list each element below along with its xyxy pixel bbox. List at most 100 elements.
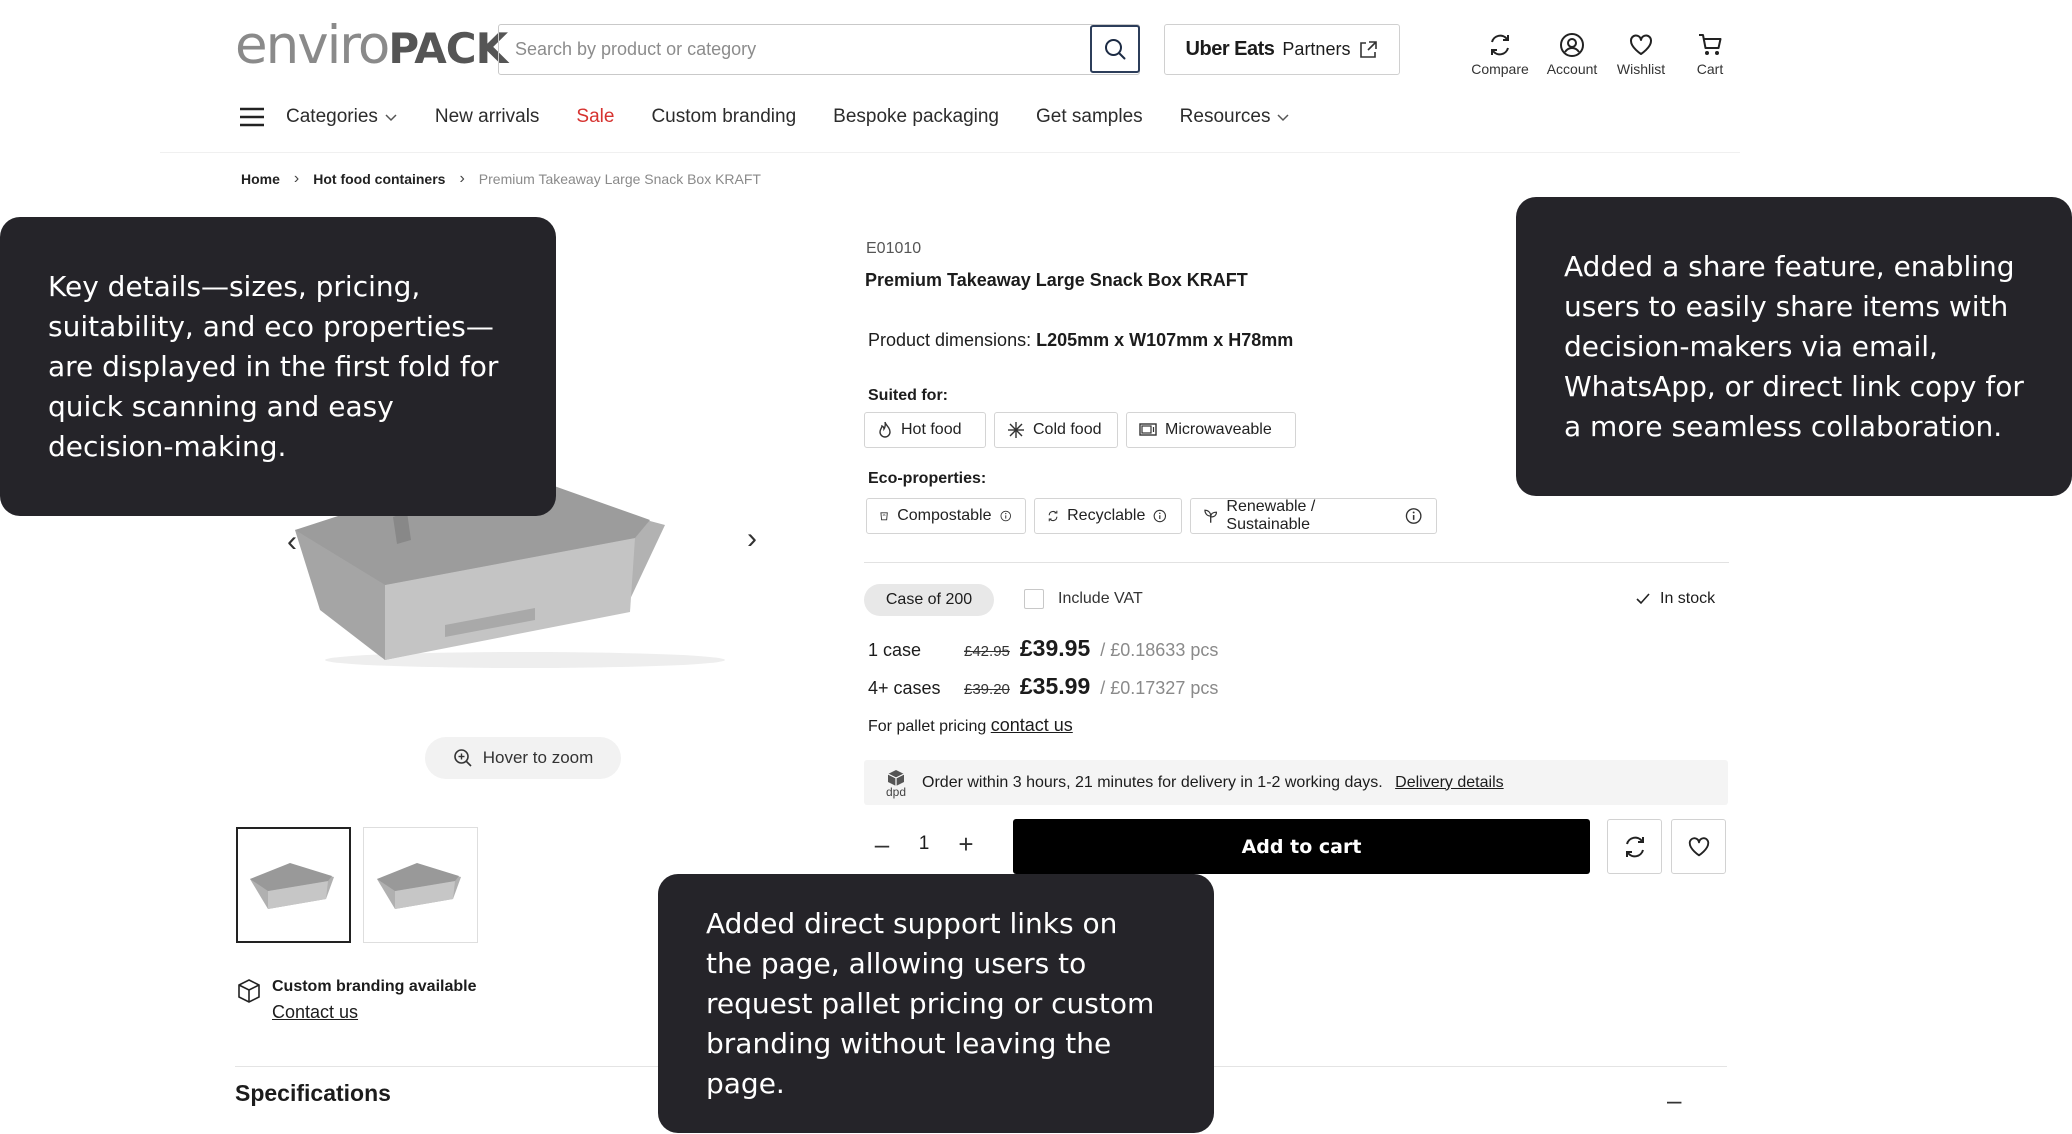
include-vat-toggle[interactable]: Include VAT xyxy=(1024,589,1143,609)
enviropack-logo[interactable]: enviro PACK xyxy=(235,18,508,74)
compare-product-button[interactable] xyxy=(1607,819,1662,874)
search-icon xyxy=(1104,38,1125,59)
search-button[interactable] xyxy=(1089,24,1140,73)
info-icon[interactable] xyxy=(1000,507,1012,525)
account-label: Account xyxy=(1546,61,1598,77)
vat-label: Include VAT xyxy=(1058,590,1143,607)
partners-label: Partners xyxy=(1282,39,1351,59)
eco-properties-label: Eco-properties: xyxy=(868,470,987,487)
hamburger-icon xyxy=(240,107,264,127)
sprout-icon xyxy=(1204,509,1218,523)
price-per-piece: / £0.17327 pcs xyxy=(1100,678,1219,698)
custom-branding-notice: Custom branding available Contact us xyxy=(236,978,476,1023)
price-now: £39.95 xyxy=(1019,635,1091,661)
breadcrumb-home[interactable]: Home xyxy=(241,171,280,187)
thumbnail-2[interactable] xyxy=(363,827,478,943)
vat-checkbox[interactable] xyxy=(1024,589,1044,609)
product-title: Premium Takeaway Large Snack Box KRAFT xyxy=(865,270,1248,290)
suited-for-label: Suited for: xyxy=(868,387,948,404)
product-sku: E01010 xyxy=(866,240,922,257)
thumbnail-1[interactable] xyxy=(236,827,351,943)
cart-button[interactable]: Cart xyxy=(1670,32,1750,77)
uber-eats-partners-button[interactable]: Uber Eats Partners xyxy=(1164,24,1400,75)
add-to-cart-button[interactable]: Add to cart xyxy=(1013,819,1590,874)
tag-hot-food: Hot food xyxy=(864,412,986,448)
delivery-banner: dpd Order within 3 hours, 21 minutes for… xyxy=(864,760,1728,805)
tag-label: Recyclable xyxy=(1067,507,1146,524)
pallet-text: For pallet pricing xyxy=(868,718,987,735)
refresh-icon xyxy=(1491,34,1509,56)
callout-text: Added direct support links on the page, … xyxy=(706,906,1155,1100)
price-now: £35.99 xyxy=(1019,673,1091,699)
info-icon[interactable] xyxy=(1153,507,1167,525)
pallet-pricing: For pallet pricing contact us xyxy=(868,715,1073,736)
nav-categories[interactable]: Categories xyxy=(286,106,398,128)
zoom-in-icon xyxy=(453,749,472,767)
custom-branding-contact-link[interactable]: Contact us xyxy=(272,1002,476,1023)
add-to-wishlist-button[interactable] xyxy=(1671,819,1726,874)
heart-icon xyxy=(1688,836,1709,856)
breadcrumb: Home › Hot food containers › Premium Tak… xyxy=(241,170,761,188)
compare-button[interactable]: Compare xyxy=(1460,32,1540,77)
quantity-decrease-button[interactable]: – xyxy=(870,829,894,860)
product-thumbnail-image xyxy=(376,863,461,909)
dpd-logo: dpd xyxy=(886,769,907,799)
nav-bespoke-packaging[interactable]: Bespoke packaging xyxy=(833,106,999,128)
quantity-increase-button[interactable]: + xyxy=(954,829,978,860)
eco-properties-tags: Compostable Recyclable Renewable / Susta… xyxy=(866,498,1437,534)
gallery-prev-arrow[interactable]: ‹ xyxy=(287,525,297,559)
callout-text: Added a share feature, enabling users to… xyxy=(1564,249,2024,443)
heart-icon xyxy=(1630,34,1652,55)
nav-resources-label: Resources xyxy=(1179,106,1271,127)
product-thumbnail-image xyxy=(249,863,334,909)
tag-cold-food: Cold food xyxy=(994,412,1118,448)
info-icon[interactable] xyxy=(1405,507,1422,525)
tag-label: Compostable xyxy=(897,507,992,524)
uber-eats-logo: Uber Eats xyxy=(1185,38,1275,60)
search-input[interactable] xyxy=(499,25,1090,74)
nav-new-arrivals[interactable]: New arrivals xyxy=(435,106,540,128)
logo-text-bold: PACK xyxy=(388,24,508,73)
chevron-down-icon xyxy=(385,114,397,122)
chevron-right-icon: › xyxy=(459,170,465,187)
specifications-heading[interactable]: Specifications xyxy=(235,1080,391,1107)
box-icon xyxy=(238,979,260,1003)
pallet-contact-link[interactable]: contact us xyxy=(991,715,1073,735)
info-divider xyxy=(864,562,1729,563)
nav-sale[interactable]: Sale xyxy=(576,106,614,128)
nav-get-samples[interactable]: Get samples xyxy=(1036,106,1143,128)
tag-microwaveable: Microwaveable xyxy=(1126,412,1296,448)
nav-categories-label: Categories xyxy=(286,106,378,127)
tag-label: Renewable / Sustainable xyxy=(1226,498,1316,533)
check-icon xyxy=(1636,593,1650,605)
callout-key-details: Key details—sizes, pricing, suitability,… xyxy=(0,217,556,516)
delivery-text: Order within 3 hours, 21 minutes for del… xyxy=(922,773,1383,791)
price-qty: 4+ cases xyxy=(868,678,941,698)
flame-icon xyxy=(879,421,891,438)
cart-label: Cart xyxy=(1696,61,1724,77)
tag-renewable-sustainable: Renewable / Sustainable xyxy=(1190,498,1437,534)
nav-custom-branding[interactable]: Custom branding xyxy=(651,106,796,128)
quantity-value[interactable]: 1 xyxy=(919,833,930,855)
dpd-label: dpd xyxy=(886,784,907,799)
user-icon xyxy=(1560,33,1584,57)
wishlist-button[interactable]: Wishlist xyxy=(1601,32,1681,77)
snowflake-icon xyxy=(1008,422,1024,438)
account-button[interactable]: Account xyxy=(1532,32,1612,77)
specifications-collapse-toggle[interactable]: – xyxy=(1667,1085,1681,1116)
tag-compostable: Compostable xyxy=(866,498,1026,534)
gallery-next-arrow[interactable]: › xyxy=(747,522,757,556)
callout-share-feature: Added a share feature, enabling users to… xyxy=(1516,197,2072,496)
stock-status: In stock xyxy=(1636,590,1715,608)
menu-button[interactable] xyxy=(238,106,266,128)
breadcrumb-category[interactable]: Hot food containers xyxy=(313,171,445,187)
price-qty: 1 case xyxy=(868,640,922,660)
hover-to-zoom-button[interactable]: Hover to zoom xyxy=(425,737,621,779)
stock-label: In stock xyxy=(1660,590,1716,607)
cart-icon xyxy=(1699,34,1722,55)
breadcrumb-current: Premium Takeaway Large Snack Box KRAFT xyxy=(478,171,761,187)
compare-label: Compare xyxy=(1471,61,1529,77)
case-size-pill[interactable]: Case of 200 xyxy=(864,584,994,616)
nav-resources[interactable]: Resources xyxy=(1180,106,1291,128)
delivery-details-link[interactable]: Delivery details xyxy=(1395,774,1503,791)
